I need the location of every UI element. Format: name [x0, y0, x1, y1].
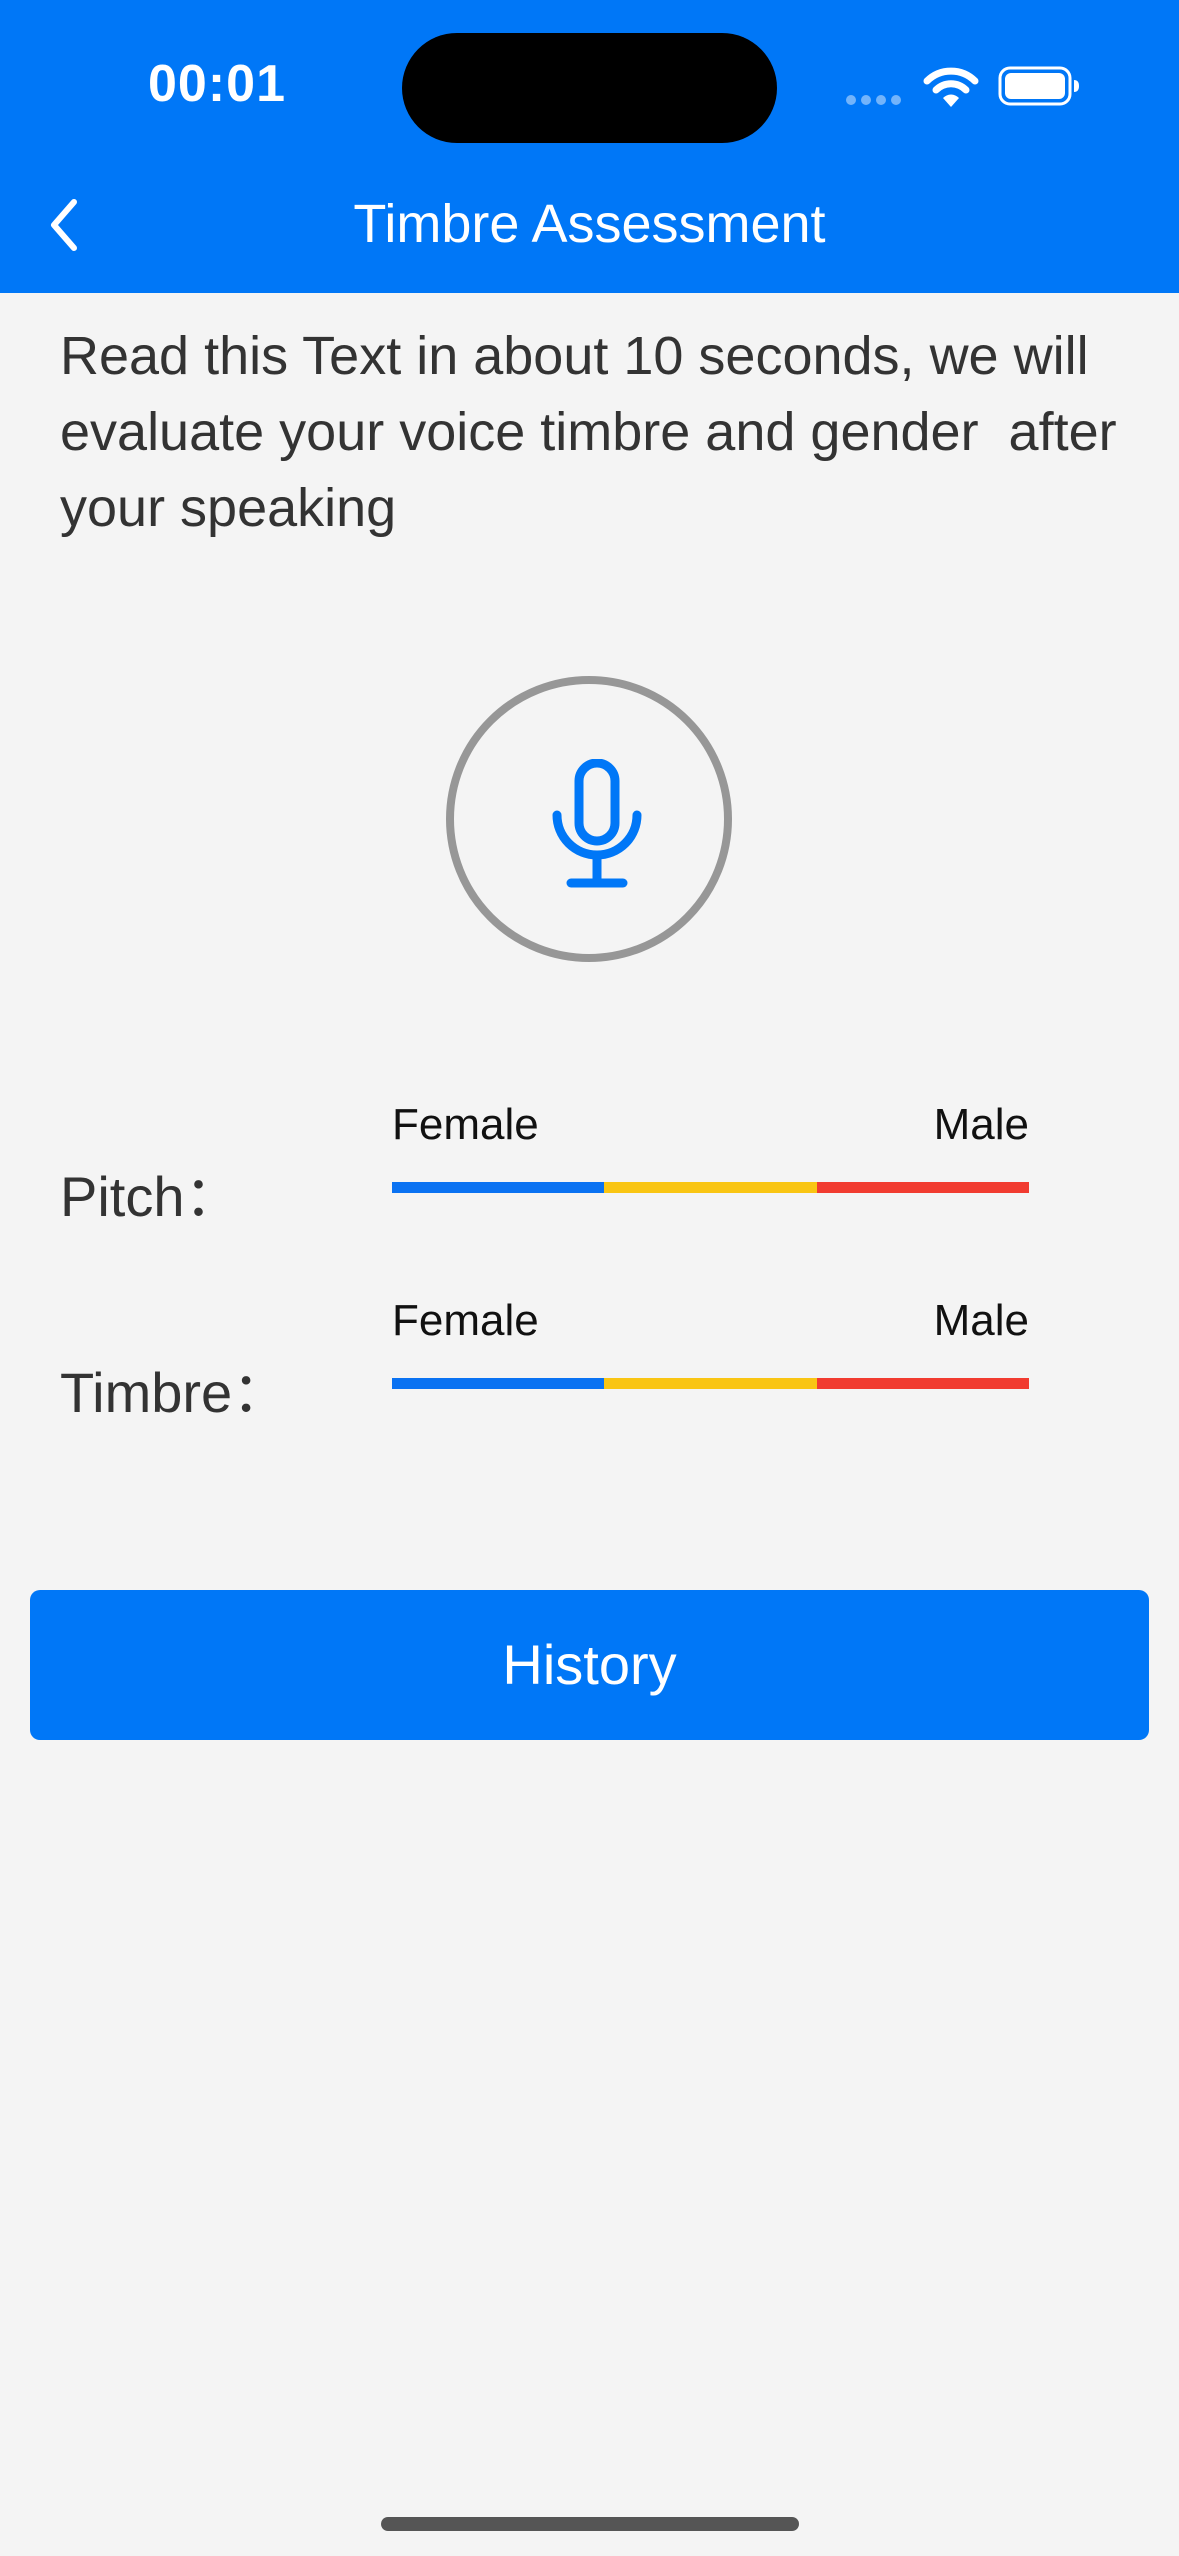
pitch-bar	[392, 1182, 1029, 1193]
pitch-bar-female-segment	[392, 1182, 605, 1193]
cellular-signal-icon	[846, 95, 902, 105]
battery-icon	[998, 66, 1079, 106]
microphone-icon	[552, 759, 642, 888]
timbre-bar-neutral-segment	[604, 1378, 817, 1389]
timbre-label: Timbre：	[60, 1361, 289, 1424]
dynamic-island	[402, 33, 777, 143]
timbre-male-label: Male	[933, 1296, 1029, 1345]
timbre-bar-male-segment	[816, 1378, 1029, 1389]
pitch-bar-neutral-segment	[604, 1182, 817, 1193]
timbre-bar-female-segment	[392, 1378, 605, 1389]
pitch-female-label: Female	[392, 1100, 539, 1149]
timbre-female-label: Female	[392, 1296, 539, 1345]
status-time: 00:01	[148, 55, 286, 113]
instruction-text: Read this Text in about 10 seconds, we w…	[60, 326, 1132, 538]
header: 00:01 Timbre Assessment	[0, 0, 1179, 293]
wifi-icon	[923, 67, 979, 107]
home-indicator[interactable]	[381, 2517, 799, 2531]
pitch-label: Pitch：	[60, 1165, 241, 1228]
pitch-male-label: Male	[933, 1100, 1029, 1149]
pitch-bar-male-segment	[816, 1182, 1029, 1193]
record-button[interactable]	[446, 676, 732, 962]
history-button[interactable]: History	[30, 1590, 1149, 1740]
page-title: Timbre Assessment	[353, 194, 826, 254]
timbre-bar	[392, 1378, 1029, 1389]
